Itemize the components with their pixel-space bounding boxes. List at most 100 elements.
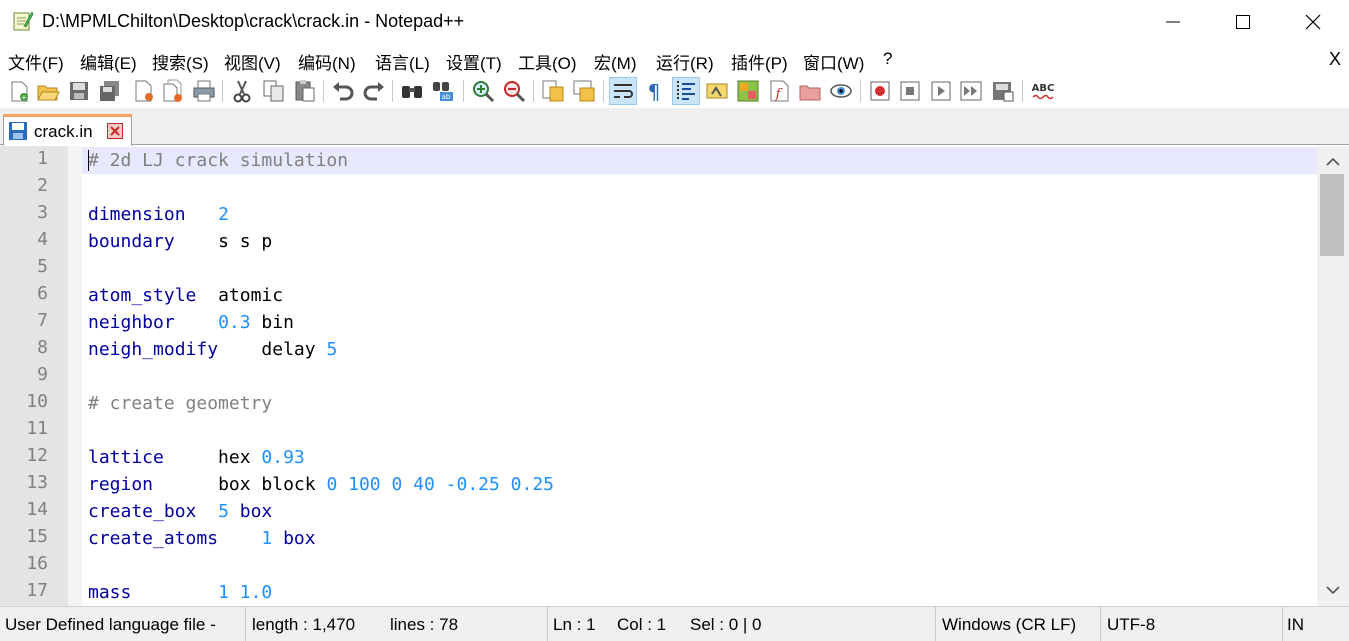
close-file-icon[interactable]	[131, 78, 157, 104]
play-macro-icon[interactable]	[928, 78, 954, 104]
menu-edit[interactable]: 编辑(E)	[80, 49, 137, 74]
menu-settings[interactable]: 设置(T)	[446, 49, 502, 74]
line-number: 9	[37, 364, 48, 385]
keyword: neigh_modify	[88, 339, 219, 360]
find-icon[interactable]	[399, 78, 425, 104]
toolbar-separator	[533, 80, 534, 102]
sync-horizontal-icon[interactable]	[571, 78, 597, 104]
function-list-icon[interactable]: f	[766, 78, 792, 104]
status-lines: lines : 78	[390, 615, 459, 634]
indent-guide-icon[interactable]	[672, 77, 700, 105]
maximize-button[interactable]	[1208, 0, 1278, 44]
menu-search[interactable]: 搜索(S)	[152, 49, 209, 74]
status-length-lines: length : 1,470 lines : 78	[246, 607, 548, 641]
redo-icon[interactable]	[361, 78, 387, 104]
toolbar-separator	[463, 80, 464, 102]
show-all-characters-icon[interactable]: ¶	[641, 78, 667, 104]
code-line: atom_style atomic	[88, 282, 283, 309]
saved-file-icon	[9, 122, 27, 140]
svg-text:+: +	[21, 93, 28, 102]
vertical-scrollbar[interactable]	[1317, 146, 1349, 606]
user-defined-language-icon[interactable]	[704, 78, 730, 104]
status-mode-text: IN	[1287, 615, 1304, 634]
copy-icon[interactable]	[261, 78, 287, 104]
status-encoding-text: UTF-8	[1107, 615, 1156, 634]
status-insert-mode: IN	[1283, 607, 1349, 641]
zoom-in-icon[interactable]	[470, 78, 496, 104]
menu-tools[interactable]: 工具(O)	[518, 49, 577, 74]
line-number: 8	[37, 337, 48, 358]
fold-margin[interactable]	[68, 146, 82, 606]
monitoring-icon[interactable]	[828, 78, 854, 104]
word-wrap-icon[interactable]	[609, 77, 637, 105]
status-col: Col : 1	[617, 615, 667, 634]
text: bin	[250, 312, 294, 333]
tab-crack-in[interactable]: crack.in	[3, 114, 132, 146]
scroll-thumb[interactable]	[1320, 174, 1344, 256]
close-window-button[interactable]	[1278, 0, 1348, 44]
text-caret	[88, 150, 89, 171]
sync-vertical-icon[interactable]	[540, 78, 566, 104]
run-macro-multiple-icon[interactable]	[958, 78, 984, 104]
open-file-icon[interactable]	[35, 78, 61, 104]
document-map-icon[interactable]	[735, 78, 761, 104]
text: box block	[218, 474, 327, 495]
folder-as-workspace-icon[interactable]	[797, 78, 823, 104]
save-icon[interactable]	[66, 78, 92, 104]
minimize-button[interactable]	[1138, 0, 1208, 44]
zoom-out-icon[interactable]	[501, 78, 527, 104]
paste-icon[interactable]	[292, 78, 318, 104]
menu-encoding[interactable]: 编码(N)	[298, 49, 356, 74]
menu-language[interactable]: 语言(L)	[375, 49, 430, 74]
status-file-type-text: User Defined language file -	[5, 615, 216, 634]
status-file-type: User Defined language file -	[0, 607, 246, 641]
close-all-icon[interactable]	[161, 78, 187, 104]
menu-macro[interactable]: 宏(M)	[594, 49, 636, 74]
keyword: create_atoms	[88, 528, 219, 549]
keyword: region	[88, 474, 154, 495]
save-macro-icon[interactable]	[990, 78, 1016, 104]
menu-window[interactable]: 窗口(W)	[803, 49, 864, 74]
new-file-icon[interactable]: +	[6, 78, 32, 104]
undo-icon[interactable]	[330, 78, 356, 104]
replace-icon[interactable]: ab	[430, 78, 456, 104]
close-icon	[1305, 14, 1321, 30]
keyword: mass	[88, 582, 132, 603]
menu-view[interactable]: 视图(V)	[224, 49, 281, 74]
menu-plugins[interactable]: 插件(P)	[731, 49, 788, 74]
svg-text:¶: ¶	[648, 80, 661, 104]
line-number: 16	[26, 553, 48, 574]
text: atomic	[218, 285, 284, 306]
number: 0 100 0 40 -0.25 0.25	[326, 474, 555, 495]
menu-run[interactable]: 运行(R)	[656, 49, 714, 74]
scroll-up-icon[interactable]	[1317, 150, 1349, 174]
line-number: 7	[37, 310, 48, 331]
toolbar-separator	[860, 80, 861, 102]
code-line: create_atoms 1 box	[88, 525, 316, 552]
svg-text:ab: ab	[442, 93, 451, 101]
scroll-down-icon[interactable]	[1317, 578, 1349, 602]
cut-icon[interactable]	[229, 78, 255, 104]
record-macro-icon[interactable]	[867, 78, 893, 104]
line-number: 4	[37, 229, 48, 250]
stop-macro-icon[interactable]	[897, 78, 923, 104]
line-number: 10	[26, 391, 48, 412]
print-icon[interactable]	[191, 78, 217, 104]
code-area[interactable]: # 2d LJ crack simulation dimension 2 bou…	[82, 146, 1317, 606]
text: hex	[218, 447, 262, 468]
svg-text:ABC: ABC	[1032, 83, 1055, 94]
menu-file[interactable]: 文件(F)	[8, 49, 64, 74]
save-all-icon[interactable]	[97, 78, 123, 104]
close-document-button[interactable]: X	[1329, 49, 1341, 70]
spell-check-icon[interactable]: ABC	[1030, 78, 1056, 104]
status-position: Ln : 1 Col : 1 Sel : 0 | 0	[548, 607, 936, 641]
editor[interactable]: 1 2 3 4 5 6 7 8 9 10 11 12 13 14 15 16 1…	[0, 146, 1349, 606]
tab-close-icon[interactable]	[107, 123, 123, 139]
menu-help[interactable]: ?	[883, 49, 892, 69]
keyword: boundary	[88, 231, 175, 252]
code-line: create_box 5 box	[88, 498, 272, 525]
